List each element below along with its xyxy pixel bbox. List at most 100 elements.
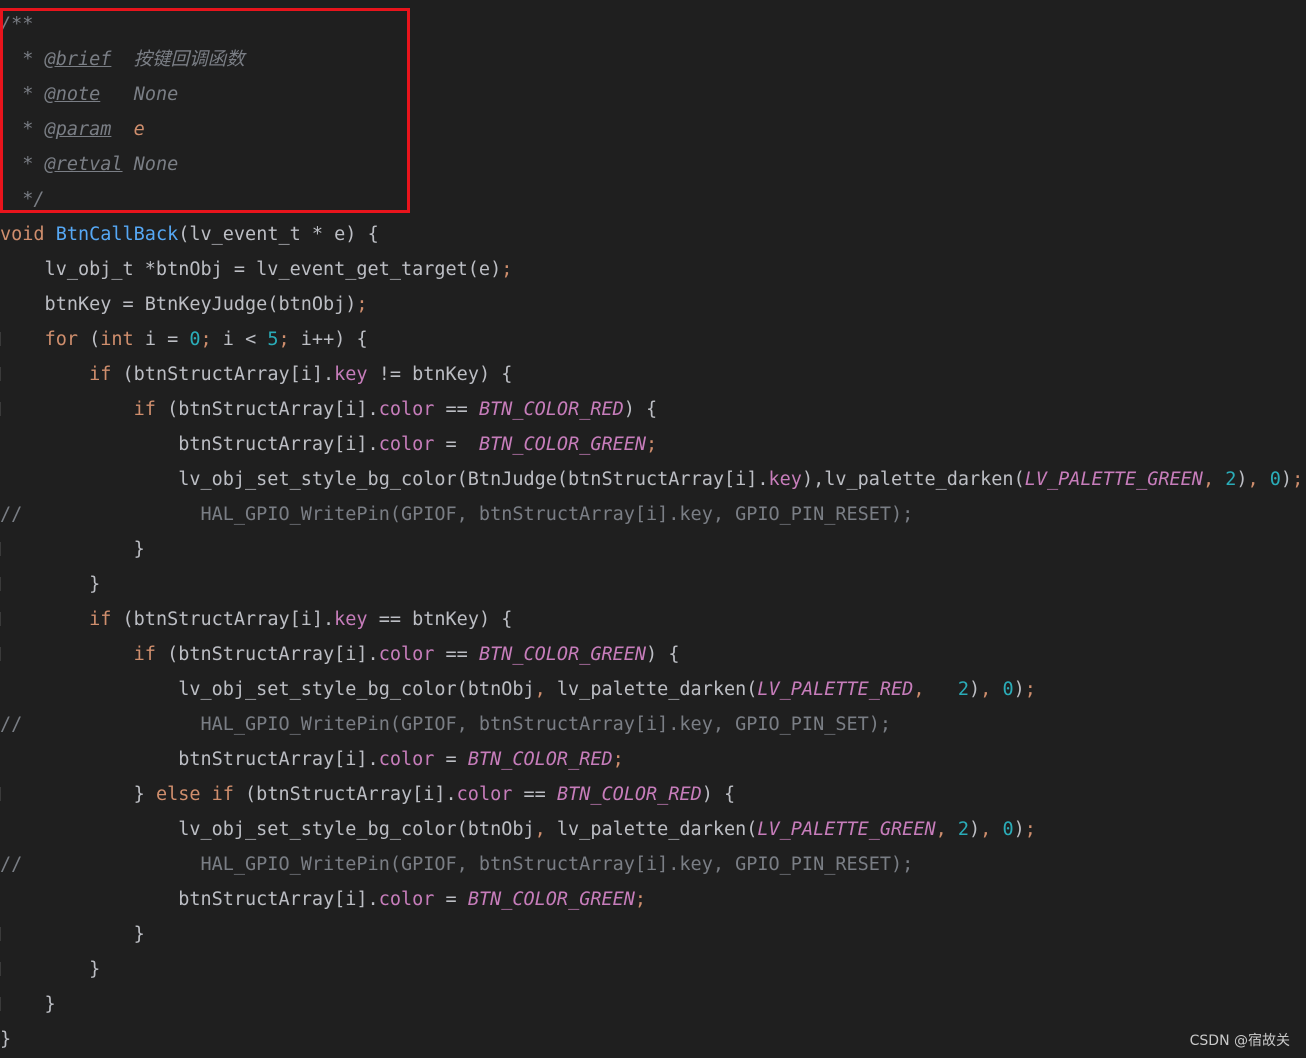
code-line[interactable]: btnKey = BtnKeyJudge(btnObj);	[0, 287, 1306, 322]
code-token: // HAL_GPIO_WritePin(GPIOF, btnStructArr…	[0, 854, 914, 875]
code-token: (btnStructArray[i].	[233, 784, 457, 805]
code-line[interactable]: btnStructArray[i].color = BTN_COLOR_GREE…	[0, 882, 1306, 917]
code-line[interactable]: if (btnStructArray[i].key == btnKey) {	[0, 602, 1306, 637]
code-token: color	[378, 889, 435, 910]
code-line[interactable]: if (btnStructArray[i].key != btnKey) {	[0, 357, 1306, 392]
code-line[interactable]: }	[0, 1022, 1306, 1057]
indent-guide	[0, 962, 1, 976]
code-line[interactable]: // HAL_GPIO_WritePin(GPIOF, btnStructArr…	[0, 497, 1306, 532]
code-token: BTN_COLOR_RED	[556, 784, 702, 805]
code-token: )	[1236, 469, 1248, 490]
code-token: ;	[612, 749, 624, 770]
code-token: int	[100, 329, 134, 350]
code-token: BTN_COLOR_RED	[478, 399, 624, 420]
doc-comment-highlight-box	[0, 8, 410, 213]
code-token: ;	[634, 889, 647, 910]
code-token: )	[1013, 679, 1025, 700]
code-token: 5	[267, 329, 279, 350]
code-token: ,	[1202, 469, 1226, 490]
code-token: ) {	[646, 644, 680, 665]
code-line[interactable]: }	[0, 532, 1306, 567]
code-token: }	[0, 784, 156, 805]
code-token: (btnStructArray[i].	[111, 609, 335, 630]
code-line[interactable]: void BtnCallBack(lv_event_t * e) {	[0, 217, 1306, 252]
code-token: }	[0, 539, 145, 560]
code-token: ,	[980, 679, 1003, 700]
code-line[interactable]: // HAL_GPIO_WritePin(GPIOF, btnStructArr…	[0, 847, 1306, 882]
code-token: BTN_COLOR_RED	[467, 749, 613, 770]
code-token: LV_PALETTE_GREEN	[1024, 469, 1203, 490]
code-line[interactable]: } else if (btnStructArray[i].color == BT…	[0, 777, 1306, 812]
code-token: btnStructArray[i].	[0, 889, 379, 910]
code-line[interactable]: btnStructArray[i].color = BTN_COLOR_GREE…	[0, 427, 1306, 462]
code-token: ==	[434, 644, 479, 665]
code-token: (btnStructArray[i].	[155, 399, 379, 420]
code-token: key	[334, 364, 368, 385]
code-line[interactable]: for (int i = 0; i < 5; i++) {	[0, 322, 1306, 357]
code-line[interactable]: lv_obj_set_style_bg_color(BtnJudge(btnSt…	[0, 462, 1306, 497]
code-token: ;	[200, 329, 212, 350]
code-token: }	[0, 994, 56, 1015]
code-line[interactable]: // HAL_GPIO_WritePin(GPIOF, btnStructArr…	[0, 707, 1306, 742]
code-token: )	[969, 819, 981, 840]
code-token: 0	[1002, 679, 1014, 700]
code-line[interactable]: }	[0, 987, 1306, 1022]
code-token: ) {	[701, 784, 736, 805]
code-token: void	[0, 224, 45, 245]
code-line[interactable]: btnStructArray[i].color = BTN_COLOR_RED;	[0, 742, 1306, 777]
code-token: 0	[1002, 819, 1014, 840]
code-line[interactable]: if (btnStructArray[i].color == BTN_COLOR…	[0, 392, 1306, 427]
code-line[interactable]: lv_obj_t *btnObj = lv_event_get_target(e…	[0, 252, 1306, 287]
code-token: // HAL_GPIO_WritePin(GPIOF, btnStructArr…	[0, 504, 914, 525]
code-token: lv_obj_set_style_bg_color(btnObj	[0, 819, 535, 840]
code-token: ) {	[623, 399, 658, 420]
code-line[interactable]: }	[0, 917, 1306, 952]
code-line[interactable]: lv_obj_set_style_bg_color(btnObj, lv_pal…	[0, 672, 1306, 707]
code-token: (btnStructArray[i].	[111, 364, 335, 385]
code-token: ;	[1024, 679, 1036, 700]
code-token: btnStructArray[i].	[0, 434, 379, 455]
code-token: lv_obj_t *btnObj = lv_event_get_target(e…	[0, 259, 502, 280]
code-token: if	[133, 399, 156, 420]
indent-guide	[0, 367, 1, 381]
code-line[interactable]: }	[0, 567, 1306, 602]
code-token: (btnStructArray[i].	[155, 644, 379, 665]
code-token: ;	[278, 329, 290, 350]
code-token: key	[334, 609, 368, 630]
code-token: btnStructArray[i].	[0, 749, 379, 770]
code-token: ,	[534, 819, 557, 840]
code-token: color	[378, 644, 435, 665]
indent-guide	[0, 332, 1, 346]
code-token: BTN_COLOR_GREEN	[467, 889, 635, 910]
code-token: (lv_event_t * e) {	[178, 224, 379, 245]
code-line[interactable]: lv_obj_set_style_bg_color(btnObj, lv_pal…	[0, 812, 1306, 847]
code-token: ;	[501, 259, 513, 280]
code-token: BtnCallBack	[55, 224, 179, 245]
indent-guide	[0, 787, 1, 801]
code-token: ),lv_palette_darken(	[801, 469, 1025, 490]
code-line[interactable]: if (btnStructArray[i].color == BTN_COLOR…	[0, 637, 1306, 672]
code-token: lv_palette_darken(	[556, 819, 758, 840]
code-line[interactable]: }	[0, 952, 1306, 987]
code-token: LV_PALETTE_RED	[757, 679, 914, 700]
code-token: for	[44, 329, 78, 350]
code-token: 0	[1269, 469, 1281, 490]
code-token: ,	[534, 679, 557, 700]
code-token: ;	[1024, 819, 1036, 840]
code-token: btnKey = BtnKeyJudge(btnObj)	[0, 294, 357, 315]
code-token: color	[378, 399, 435, 420]
code-token: )	[969, 679, 981, 700]
code-token: LV_PALETTE_GREEN	[757, 819, 936, 840]
code-token: // HAL_GPIO_WritePin(GPIOF, btnStructArr…	[0, 714, 892, 735]
code-token: )	[1280, 469, 1293, 490]
code-token: == btnKey) {	[367, 609, 513, 630]
code-token: != btnKey) {	[367, 364, 513, 385]
code-token: }	[0, 959, 101, 980]
code-token: }	[0, 1029, 12, 1050]
code-token: ,	[935, 819, 958, 840]
code-token: =	[434, 434, 479, 455]
code-token: )	[1013, 819, 1025, 840]
